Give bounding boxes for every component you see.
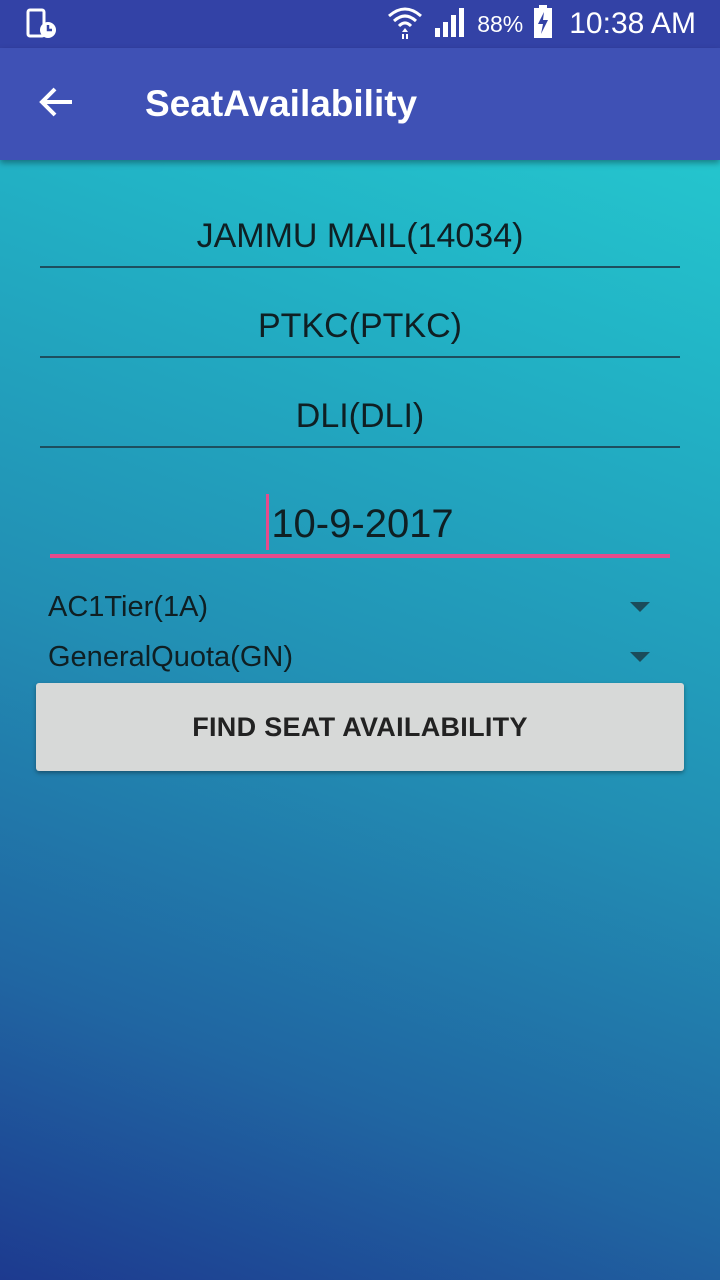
- dropdown-arrow-icon: [630, 652, 650, 662]
- text-cursor: [266, 494, 270, 551]
- status-time: 10:38 AM: [569, 7, 696, 40]
- to-station-field[interactable]: DLI(DLI): [40, 386, 680, 448]
- battery-percent: 88%: [477, 10, 524, 37]
- find-seat-availability-button[interactable]: FIND SEAT AVAILABILITY: [36, 683, 684, 771]
- class-dropdown-value: AC1Tier(1A): [48, 590, 209, 623]
- quota-dropdown-value: GeneralQuota(GN): [48, 640, 293, 673]
- quota-dropdown[interactable]: GeneralQuota(GN): [48, 634, 660, 680]
- from-station-field[interactable]: PTKC(PTKC): [40, 296, 680, 358]
- status-bar: 88% 10:38 AM: [0, 0, 720, 48]
- signal-icon: [433, 6, 467, 43]
- page-title: SeatAvailability: [145, 83, 418, 124]
- back-button[interactable]: [28, 78, 84, 130]
- class-dropdown[interactable]: AC1Tier(1A): [48, 584, 660, 630]
- app-bar: SeatAvailability: [0, 48, 720, 160]
- battery-charging-icon: [533, 4, 553, 44]
- arrow-left-icon: [38, 86, 74, 123]
- wifi-icon: [387, 4, 423, 45]
- dropdown-arrow-icon: [630, 602, 650, 612]
- phone-clock-icon: [26, 8, 60, 40]
- train-field[interactable]: JAMMU MAIL(14034): [40, 206, 680, 268]
- journey-date-value: 10-9-2017: [271, 502, 454, 546]
- journey-date-input[interactable]: 10-9-2017: [50, 492, 670, 558]
